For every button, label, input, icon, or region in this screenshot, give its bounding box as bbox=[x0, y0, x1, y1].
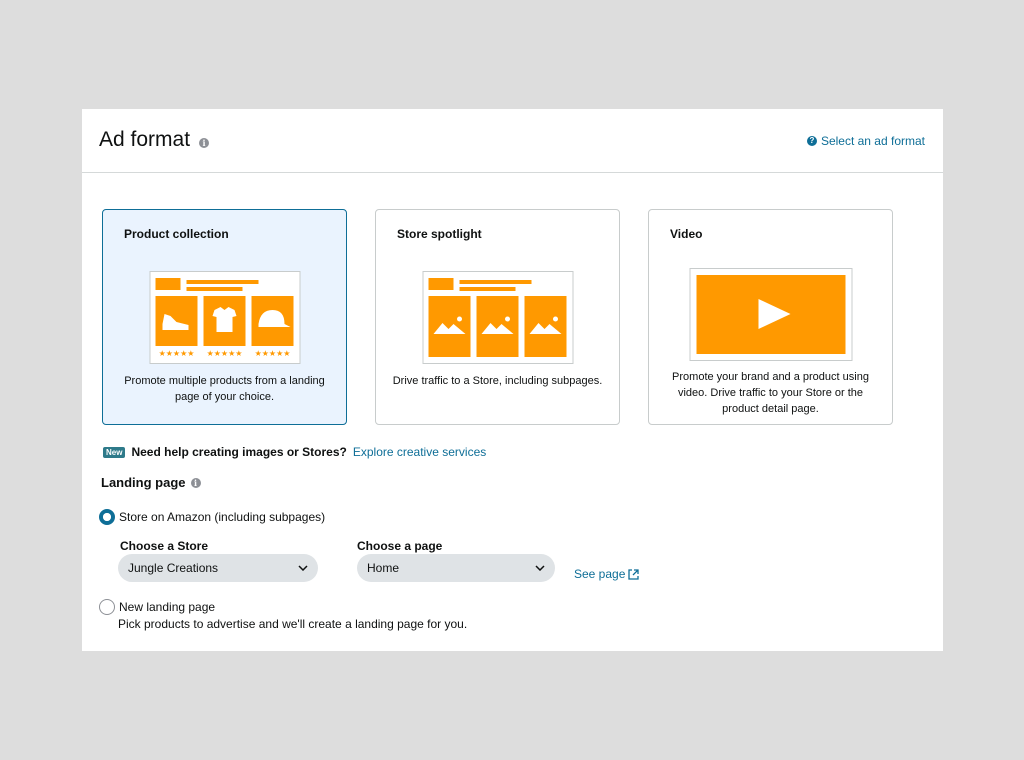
radio-store-on-amazon[interactable]: Store on Amazon (including subpages) bbox=[99, 509, 325, 525]
see-page-link[interactable]: See page bbox=[574, 567, 640, 581]
landing-page-label: Landing page bbox=[101, 475, 186, 490]
info-icon[interactable]: i bbox=[199, 138, 209, 148]
svg-text:★★★★★: ★★★★★ bbox=[254, 349, 290, 358]
page-title: Ad format bbox=[99, 128, 191, 151]
panel-header: Ad format i ? Select an ad format bbox=[82, 109, 943, 173]
help-link-label: Select an ad format bbox=[820, 134, 925, 148]
svg-text:★★★★★: ★★★★★ bbox=[158, 349, 194, 358]
card-store-spotlight[interactable]: Store spotlight Drive traffic to a Store… bbox=[375, 209, 620, 425]
new-landing-page-description: Pick products to advertise and we'll cre… bbox=[118, 617, 468, 631]
choose-store-label: Choose a Store bbox=[120, 539, 209, 553]
radio-button-checked[interactable] bbox=[99, 509, 115, 525]
radio-button-unchecked[interactable] bbox=[99, 599, 115, 615]
card-description: Promote multiple products from a landing… bbox=[124, 375, 325, 403]
help-icon: ? bbox=[806, 136, 817, 146]
new-badge: New bbox=[103, 446, 126, 458]
chevron-down-icon bbox=[298, 565, 308, 571]
page-select-value: Home bbox=[367, 561, 400, 575]
info-icon[interactable]: i bbox=[190, 477, 201, 488]
video-thumbnail bbox=[689, 268, 852, 361]
page-select[interactable]: Home bbox=[357, 554, 555, 582]
chevron-down-icon bbox=[535, 565, 545, 571]
store-spotlight-illustration bbox=[428, 278, 566, 357]
card-description: Promote your brand and a product using v… bbox=[672, 371, 869, 415]
select-ad-format-link[interactable]: ? Select an ad format bbox=[806, 134, 925, 148]
video-illustration bbox=[696, 275, 845, 354]
external-link-icon bbox=[628, 568, 640, 580]
store-spotlight-thumbnail bbox=[422, 271, 573, 364]
card-description: Drive traffic to a Store, including subp… bbox=[392, 375, 603, 387]
card-product-collection[interactable]: Product collection ★★★★★ ★★★★★ ★★★★★ Pro bbox=[102, 209, 347, 425]
explore-creative-services-link[interactable]: Explore creative services bbox=[353, 445, 486, 459]
card-title: Product collection bbox=[124, 227, 229, 241]
radio-label-store: Store on Amazon (including subpages) bbox=[119, 510, 326, 524]
store-select[interactable]: Jungle Creations bbox=[118, 554, 318, 582]
see-page-label: See page bbox=[574, 567, 626, 581]
svg-text:★★★★★: ★★★★★ bbox=[206, 349, 242, 358]
product-collection-illustration: ★★★★★ ★★★★★ ★★★★★ bbox=[155, 278, 293, 358]
card-title: Store spotlight bbox=[397, 227, 482, 241]
card-video[interactable]: Video Promote your brand and a product u… bbox=[648, 209, 893, 425]
store-select-value: Jungle Creations bbox=[128, 561, 219, 575]
radio-new-landing-page[interactable]: New landing page bbox=[99, 599, 215, 615]
ad-format-panel: Ad format i ? Select an ad format Produc… bbox=[82, 109, 943, 651]
choose-page-label: Choose a page bbox=[357, 539, 443, 553]
radio-label-new: New landing page bbox=[119, 600, 216, 614]
help-banner-text: Need help creating images or Stores? bbox=[131, 445, 347, 459]
product-collection-thumbnail: ★★★★★ ★★★★★ ★★★★★ bbox=[149, 271, 300, 364]
creative-services-banner: New Need help creating images or Stores?… bbox=[103, 445, 486, 459]
landing-page-heading: Landing page i bbox=[101, 475, 201, 490]
card-title: Video bbox=[670, 227, 703, 241]
